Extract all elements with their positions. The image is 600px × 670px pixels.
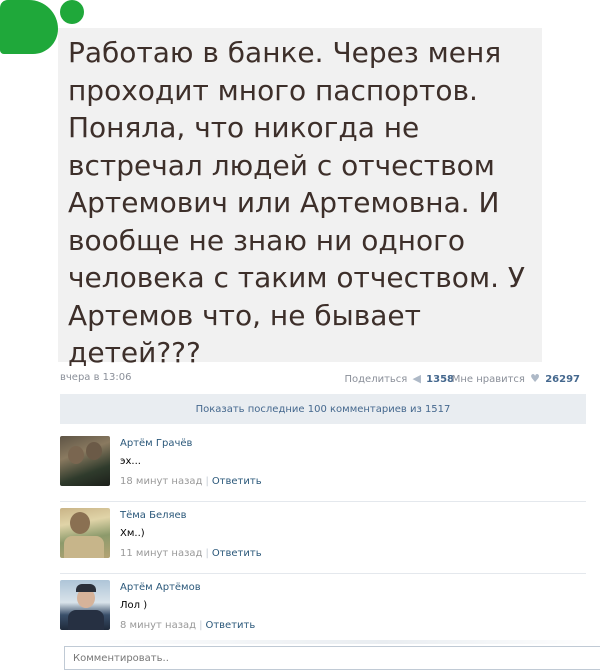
- green-blot-redaction: [0, 0, 58, 54]
- post-meta: вчера в 13:06 Поделиться ◀ 1358 Мне нрав…: [60, 370, 584, 386]
- avatar[interactable]: [60, 436, 110, 486]
- share-count: 1358: [426, 374, 454, 385]
- comment-author[interactable]: Тёма Беляев: [120, 510, 187, 521]
- comment-text: Лол ): [120, 600, 148, 611]
- share-label: Поделиться: [344, 374, 408, 385]
- reply-link[interactable]: Ответить: [212, 476, 262, 487]
- show-comments-button[interactable]: Показать последние 100 комментариев из 1…: [60, 394, 586, 424]
- share-button[interactable]: Поделиться ◀ 1358: [344, 372, 454, 385]
- comment-time[interactable]: 18 минут назад: [120, 476, 202, 487]
- reply-link[interactable]: Ответить: [205, 620, 255, 631]
- post-date[interactable]: вчера в 13:06: [60, 372, 132, 383]
- comment-author[interactable]: Артём Артёмов: [120, 582, 201, 593]
- divider: [60, 501, 586, 502]
- comment-time[interactable]: 8 минут назад: [120, 620, 196, 631]
- like-button[interactable]: Мне нравится ♥ 26297: [452, 372, 580, 385]
- comment-item: Тёма Беляев Хм..) 11 минут назад | Ответит…: [60, 508, 586, 574]
- comment-footer: 8 минут назад | Ответить: [120, 620, 255, 631]
- green-dot-redaction: [60, 0, 84, 24]
- like-count: 26297: [545, 374, 580, 385]
- comment-time[interactable]: 11 минут назад: [120, 548, 202, 559]
- divider: [60, 573, 586, 574]
- comment-item: Артём Грачёв эх... 18 минут назад | Ответи…: [60, 436, 586, 502]
- post-text: Работаю в банке. Через меня проходит мно…: [58, 28, 542, 369]
- divider: |: [199, 620, 203, 631]
- divider: [60, 640, 600, 644]
- comment-footer: 18 минут назад | Ответить: [120, 476, 262, 487]
- comment-input[interactable]: Комментировать..: [64, 646, 600, 670]
- divider: |: [205, 548, 209, 559]
- megaphone-icon: ◀: [412, 372, 421, 385]
- heart-icon: ♥: [530, 372, 541, 385]
- comment-footer: 11 минут назад | Ответить: [120, 548, 262, 559]
- comment-text: Хм..): [120, 528, 145, 539]
- reply-link[interactable]: Ответить: [212, 548, 262, 559]
- comment-text: эх...: [120, 456, 141, 467]
- like-label: Мне нравится: [451, 374, 525, 385]
- comment-author[interactable]: Артём Грачёв: [120, 438, 192, 449]
- comment-item: Артём Артёмов Лол ) 8 минут назад | Ответи…: [60, 580, 586, 646]
- avatar[interactable]: [60, 580, 110, 630]
- avatar[interactable]: [60, 508, 110, 558]
- divider: |: [205, 476, 209, 487]
